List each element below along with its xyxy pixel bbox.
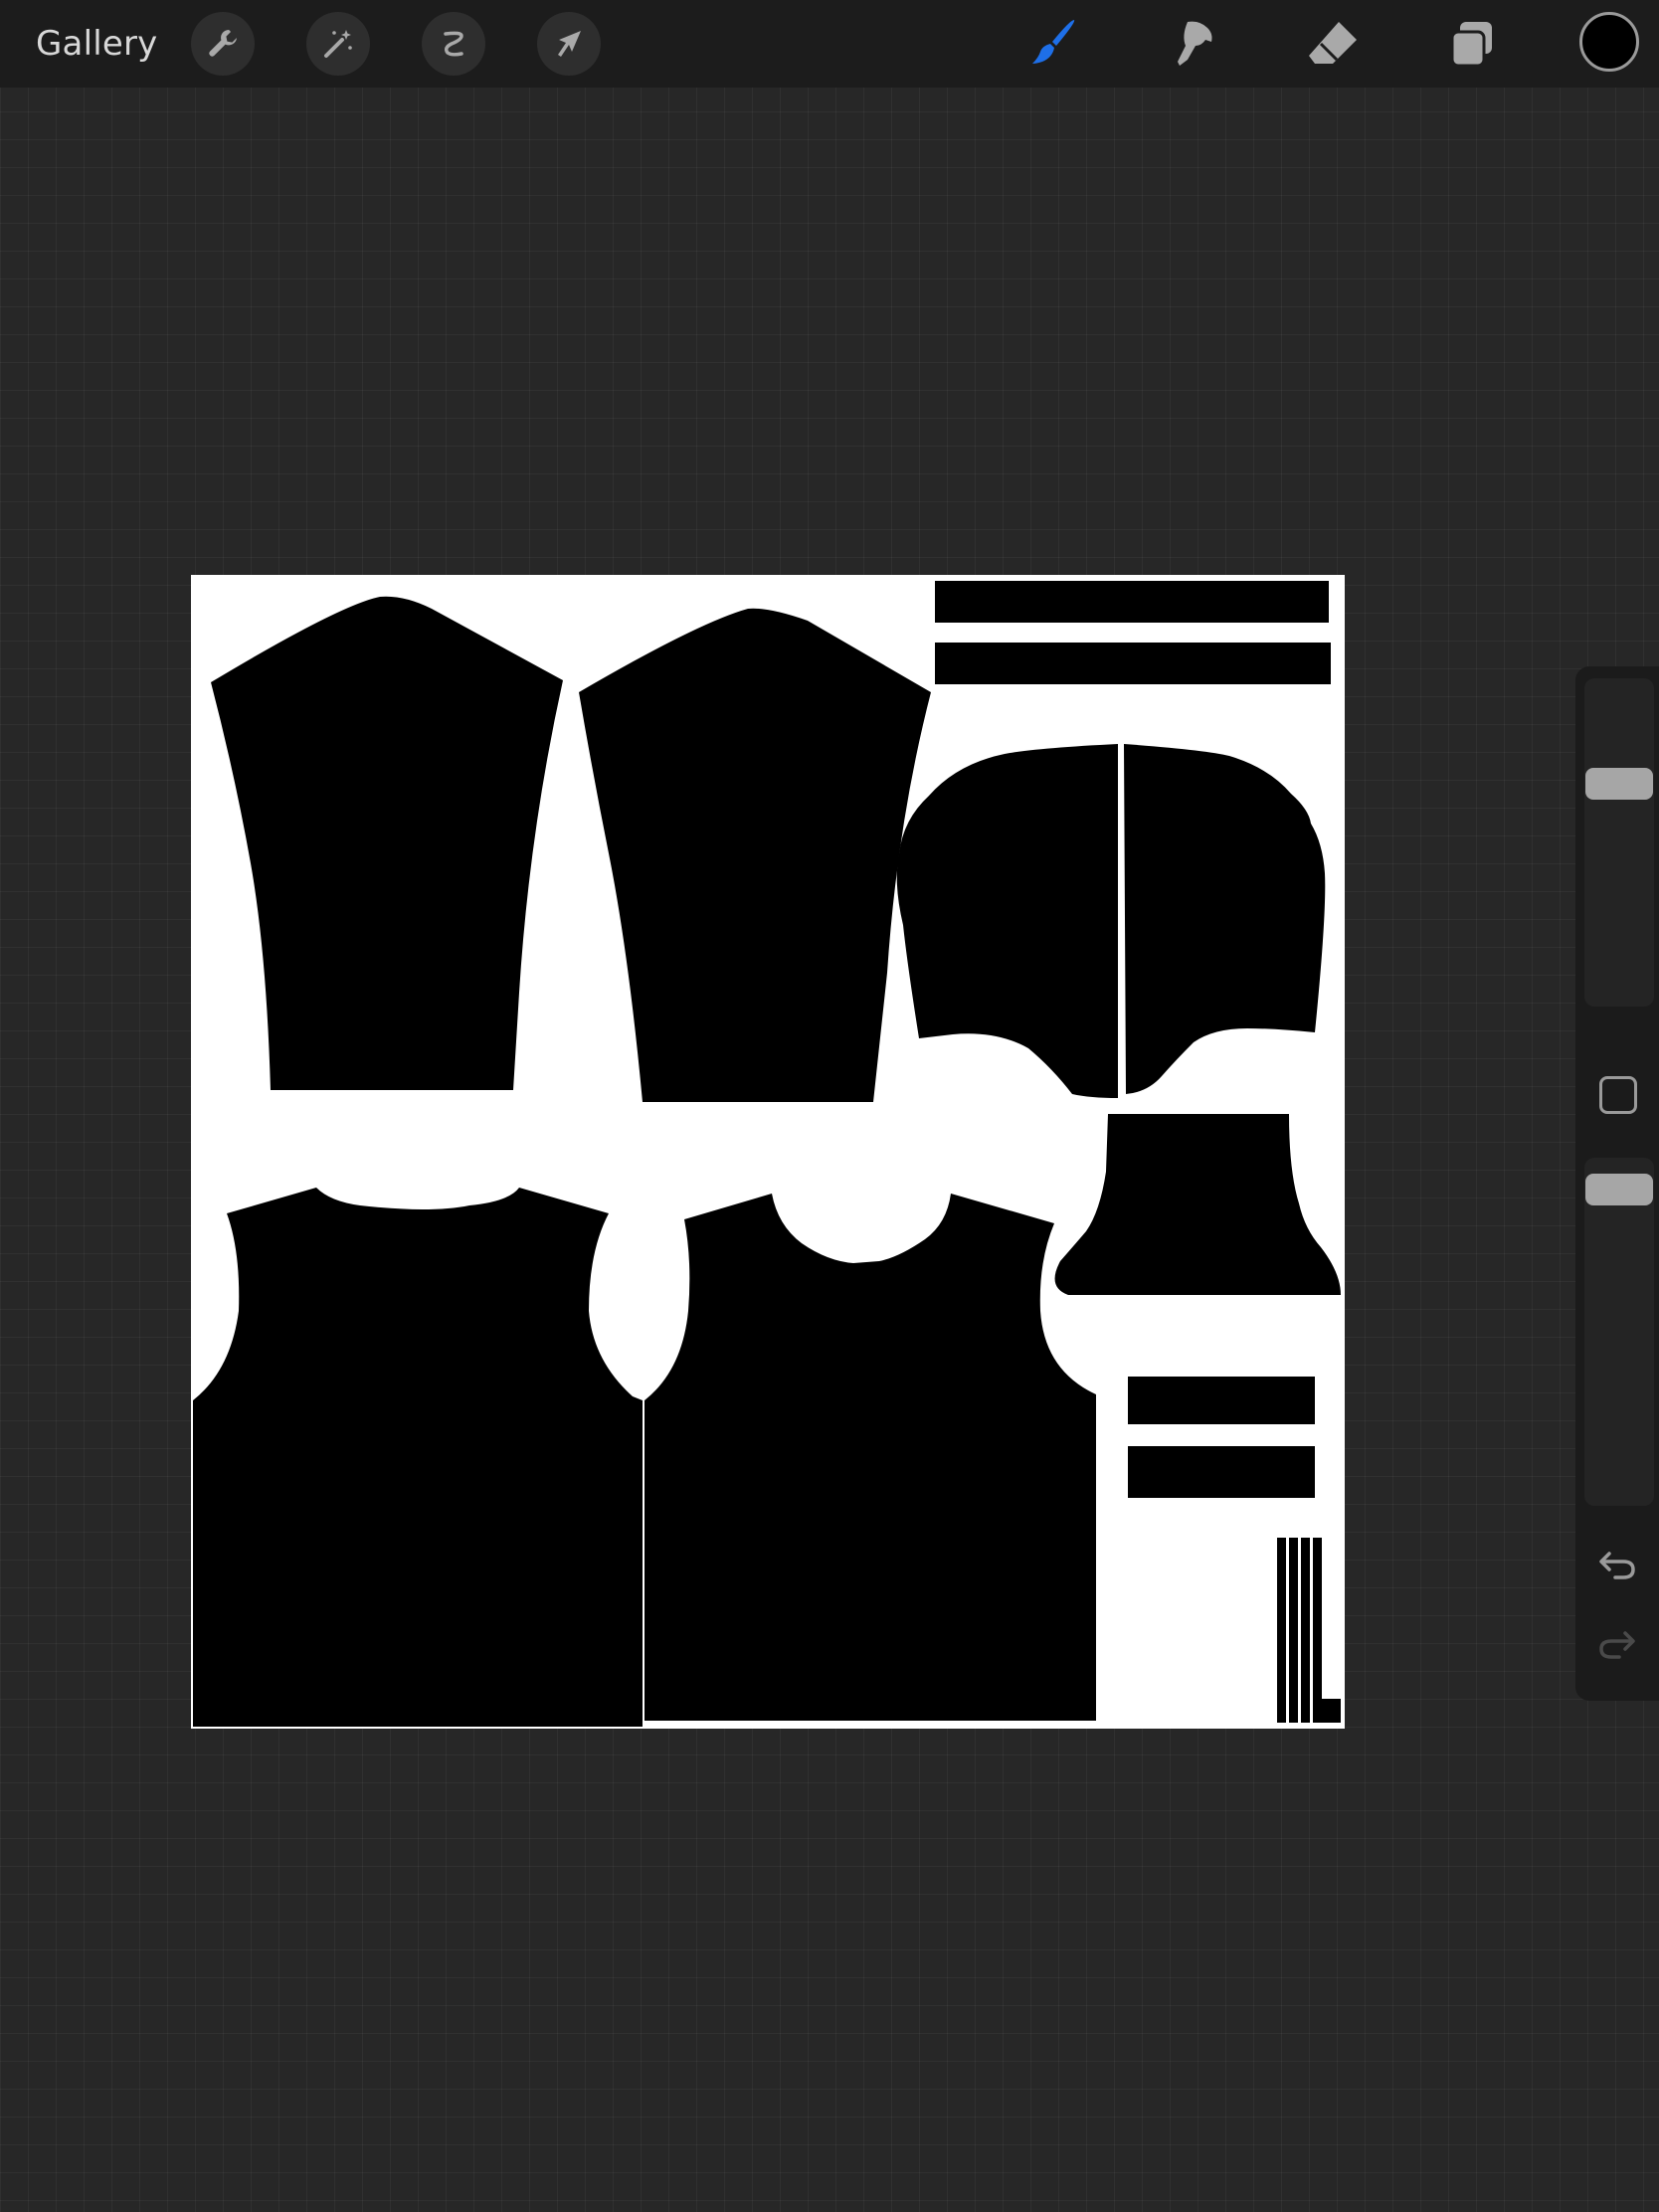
right-sidebar: [1575, 666, 1659, 1701]
narrow-strip: [1277, 1538, 1286, 1723]
eraser-tool-button[interactable]: [1303, 14, 1363, 74]
brush-tool-button[interactable]: [1024, 14, 1084, 74]
redo-icon[interactable]: [1595, 1623, 1639, 1667]
selection-icon: [444, 31, 463, 57]
brush-size-thumb[interactable]: [1585, 768, 1653, 800]
drawing-canvas[interactable]: [191, 575, 1345, 1729]
smudge-icon: [1178, 21, 1212, 67]
small-block: [1321, 1699, 1341, 1723]
narrow-strip: [1289, 1538, 1298, 1723]
wrench-icon: [209, 30, 237, 57]
opacity-thumb[interactable]: [1585, 1174, 1653, 1205]
cuff-strip: [1128, 1377, 1315, 1424]
top-toolbar: Gallery: [0, 0, 1659, 88]
paintbrush-icon: [1032, 20, 1075, 64]
hood-piece-left: [896, 744, 1118, 1098]
color-picker-button[interactable]: [1579, 12, 1639, 72]
sleeve-piece-right: [579, 608, 931, 1102]
pattern-artwork: [193, 581, 1341, 1727]
back-body-piece: [645, 1194, 1096, 1721]
layers-icon: [1450, 22, 1492, 68]
adjustments-wand-button[interactable]: [306, 12, 370, 76]
front-body-piece: [193, 1188, 643, 1727]
brush-size-slider[interactable]: [1584, 678, 1654, 1007]
gallery-button[interactable]: Gallery: [36, 22, 158, 66]
smudge-tool-button[interactable]: [1164, 14, 1223, 74]
undo-icon[interactable]: [1595, 1544, 1639, 1587]
sleeve-piece-left: [211, 596, 563, 1090]
layers-button[interactable]: [1442, 14, 1502, 74]
narrow-strip: [1313, 1538, 1322, 1723]
selection-button[interactable]: [422, 12, 485, 76]
opacity-slider[interactable]: [1584, 1158, 1654, 1506]
pattern-strip: [935, 581, 1329, 623]
eraser-icon: [1309, 22, 1357, 64]
hood-piece-right: [1124, 744, 1326, 1094]
actions-wrench-button[interactable]: [191, 12, 255, 76]
cuff-strip: [1128, 1446, 1315, 1498]
modify-button[interactable]: [1599, 1076, 1637, 1114]
pattern-strip: [935, 643, 1331, 684]
narrow-strip: [1301, 1538, 1310, 1723]
transform-button[interactable]: [537, 12, 601, 76]
transform-arrow-icon: [558, 31, 581, 57]
pocket-piece: [1054, 1114, 1341, 1295]
magic-wand-icon: [324, 30, 352, 58]
